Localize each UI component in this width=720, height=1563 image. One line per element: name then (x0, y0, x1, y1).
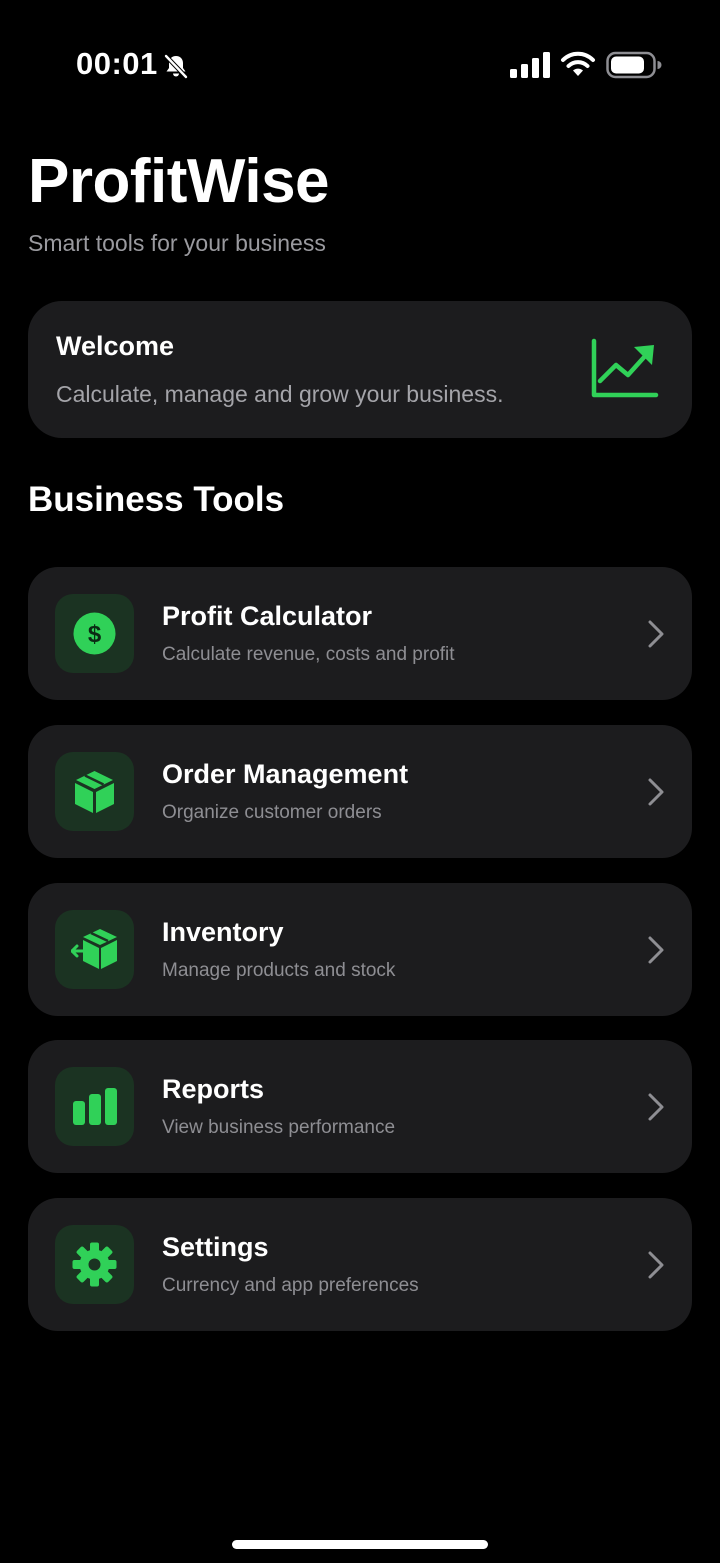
tool-subtitle: Calculate revenue, costs and profit (162, 644, 455, 665)
chevron-right-icon (648, 620, 664, 648)
tool-icon-box (55, 1225, 134, 1304)
tool-title: Reports (162, 1074, 265, 1104)
wifi-icon (561, 51, 595, 76)
tool-title: Profit Calculator (162, 601, 373, 631)
svg-text:$: $ (88, 621, 102, 648)
chevron-right-icon (648, 778, 664, 806)
tool-subtitle: Manage products and stock (162, 960, 396, 981)
tool-card-inventory[interactable]: Inventory Manage products and stock (28, 883, 692, 1016)
tool-subtitle: View business performance (162, 1117, 396, 1138)
status-bar: 00:01 (0, 0, 720, 130)
battery-icon (606, 51, 662, 79)
box-icon (75, 771, 114, 813)
tool-icon-box (55, 910, 134, 989)
bar-chart-icon (73, 1088, 117, 1125)
tool-icon-box (55, 752, 134, 831)
app-title: ProfitWise (28, 147, 330, 216)
chevron-right-icon (648, 936, 664, 964)
tool-title: Settings (162, 1232, 269, 1262)
chevron-right-icon (648, 1093, 664, 1121)
cellular-signal-icon (510, 52, 550, 78)
bell-slash-icon (164, 54, 188, 79)
tool-card-order-management[interactable]: Order Management Organize customer order… (28, 725, 692, 858)
tool-title: Order Management (162, 759, 409, 789)
welcome-title: Welcome (56, 331, 175, 361)
app-subtitle: Smart tools for your business (28, 230, 326, 256)
shipping-box-icon (71, 929, 117, 969)
tool-title: Inventory (162, 917, 284, 947)
growth-chart-icon (591, 338, 659, 398)
tool-icon-box (55, 1067, 134, 1146)
chevron-right-icon (648, 1251, 664, 1279)
section-title: Business Tools (28, 480, 285, 519)
tool-subtitle: Currency and app preferences (162, 1275, 419, 1296)
tool-card-profit-calculator[interactable]: $ Profit Calculator Calculate revenue, c… (28, 567, 692, 700)
gear-icon (72, 1242, 117, 1287)
tool-subtitle: Organize customer orders (162, 802, 382, 823)
tool-card-reports[interactable]: Reports View business performance (28, 1040, 692, 1173)
status-time: 00:01 (76, 46, 158, 81)
tool-card-settings[interactable]: Settings Currency and app preferences (28, 1198, 692, 1331)
welcome-card: Welcome Calculate, manage and grow your … (28, 301, 692, 438)
home-screen: 00:01 ProfitWise Smart tools for your bu… (0, 0, 720, 1563)
tool-icon-box: $ (55, 594, 134, 673)
welcome-text: Calculate, manage and grow your business… (56, 381, 504, 407)
dollar-icon: $ (73, 612, 116, 655)
home-indicator[interactable] (232, 1540, 488, 1549)
